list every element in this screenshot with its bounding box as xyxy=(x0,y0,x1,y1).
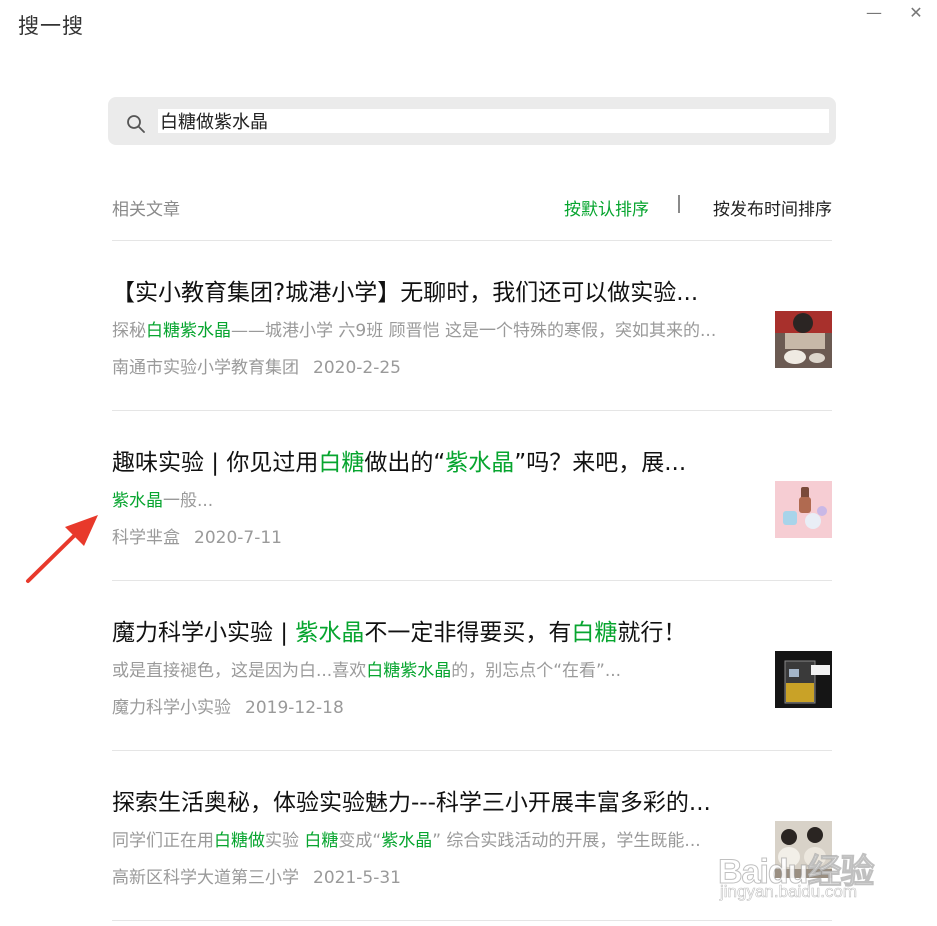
result-source: 魔力科学小实验 xyxy=(112,698,231,718)
result-item[interactable]: 趣味实验 | 你见过用白糖做出的“紫水晶”吗？来吧，展... 紫水晶一般... … xyxy=(112,411,832,581)
result-date: 2020-2-25 xyxy=(313,358,401,378)
text-segment: 变成“ xyxy=(338,831,382,851)
section-label: 相关文章 xyxy=(112,200,180,220)
watermark-url: jingyan.baidu.com xyxy=(720,882,858,902)
highlight-text: 白糖紫水晶 xyxy=(146,321,231,341)
sort-default-button[interactable]: 按默认排序 xyxy=(564,195,649,220)
result-title[interactable]: 【实小教育集团?城港小学】无聊时，我们还可以做实验... xyxy=(112,273,762,307)
sort-separator xyxy=(678,195,680,213)
baidu-watermark: Baidu经验 jingyan.baidu.com xyxy=(717,844,888,904)
results-list: 【实小教育集团?城港小学】无聊时，我们还可以做实验... 探秘白糖紫水晶——城港… xyxy=(112,241,832,921)
text-segment: 的，别忘点个“在看”... xyxy=(451,661,622,681)
highlight-text: 白糖做 xyxy=(214,831,265,851)
highlight-text: 紫水晶 xyxy=(445,450,515,476)
result-snippet: 紫水晶一般... xyxy=(112,486,752,511)
result-meta: 高新区科学大道第三小学 2021-5-31 xyxy=(112,863,401,888)
text-segment: 魔力科学小实验 | xyxy=(112,620,296,646)
text-segment: 同学们正在用 xyxy=(112,831,214,851)
result-title[interactable]: 探索生活奥秘，体验实验魅力---科学三小开展丰富多彩的... xyxy=(112,783,762,817)
search-icon[interactable] xyxy=(126,114,146,134)
highlight-text: 白糖 xyxy=(318,450,365,476)
window-title: 搜一搜 xyxy=(18,14,84,38)
highlight-text: 白糖紫水晶 xyxy=(366,661,452,681)
text-segment: 不一定非得要买，有 xyxy=(364,620,572,646)
red-arrow-annotation xyxy=(26,515,98,583)
text-segment: 实验 xyxy=(265,831,305,851)
text-segment: 探索生活奥秘，体验实验魅力---科学三小开展丰富多彩的... xyxy=(112,790,711,816)
result-meta: 科学芈盒 2020-7-11 xyxy=(112,523,282,548)
result-source: 南通市实验小学教育集团 xyxy=(112,358,299,378)
result-title[interactable]: 魔力科学小实验 | 紫水晶不一定非得要买，有白糖就行！ xyxy=(112,613,762,647)
result-title[interactable]: 趣味实验 | 你见过用白糖做出的“紫水晶”吗？来吧，展... xyxy=(112,443,762,477)
text-segment: 做出的“ xyxy=(364,450,446,476)
highlight-text: 白糖 xyxy=(304,831,339,851)
result-snippet: 或是直接褪色，这是因为白...喜欢白糖紫水晶的，别忘点个“在看”... xyxy=(112,656,752,681)
highlight-text: 紫水晶 xyxy=(381,831,433,851)
text-segment: ”吗？来吧，展... xyxy=(514,450,687,476)
search-input[interactable] xyxy=(158,109,829,133)
text-segment: 就行！ xyxy=(617,620,687,646)
text-segment: ——城港小学 六9班 顾晋恺 这是一个特殊的寒假，突如其来的... xyxy=(231,321,717,341)
result-date: 2019-12-18 xyxy=(245,698,344,718)
sort-by-time-button[interactable]: 按发布时间排序 xyxy=(713,195,832,220)
text-segment: 探秘 xyxy=(112,321,146,341)
result-source: 科学芈盒 xyxy=(112,528,180,548)
result-snippet: 同学们正在用白糖做实验 白糖变成“紫水晶” 综合实践活动的开展，学生既能... xyxy=(112,826,752,851)
result-thumbnail[interactable] xyxy=(775,311,832,368)
result-thumbnail[interactable] xyxy=(775,481,832,538)
text-segment: 趣味实验 | 你见过用 xyxy=(112,450,319,476)
result-meta: 南通市实验小学教育集团 2020-2-25 xyxy=(112,353,401,378)
highlight-text: 白糖 xyxy=(571,620,618,646)
results-header: 相关文章 按默认排序 按发布时间排序 xyxy=(112,195,832,221)
result-source: 高新区科学大道第三小学 xyxy=(112,868,299,888)
result-item[interactable]: 魔力科学小实验 | 紫水晶不一定非得要买，有白糖就行！ 或是直接褪色，这是因为白… xyxy=(112,581,832,751)
text-segment: 或是直接褪色，这是因为白...喜欢 xyxy=(112,661,367,681)
search-bar[interactable] xyxy=(108,97,836,145)
highlight-text: 紫水晶 xyxy=(295,620,365,646)
result-snippet: 探秘白糖紫水晶——城港小学 六9班 顾晋恺 这是一个特殊的寒假，突如其来的... xyxy=(112,316,752,341)
result-date: 2020-7-11 xyxy=(194,528,282,548)
result-meta: 魔力科学小实验 2019-12-18 xyxy=(112,693,344,718)
close-button[interactable]: ✕ xyxy=(902,2,930,24)
result-thumbnail[interactable] xyxy=(775,651,832,708)
result-date: 2021-5-31 xyxy=(313,868,401,888)
text-segment: 【实小教育集团?城港小学】无聊时，我们还可以做实验... xyxy=(112,280,699,306)
minimize-button[interactable]: — xyxy=(860,2,888,24)
result-item[interactable]: 【实小教育集团?城港小学】无聊时，我们还可以做实验... 探秘白糖紫水晶——城港… xyxy=(112,241,832,411)
text-segment: 一般... xyxy=(163,491,214,511)
text-segment: ” 综合实践活动的开展，学生既能... xyxy=(432,831,701,851)
highlight-text: 紫水晶 xyxy=(112,491,163,511)
